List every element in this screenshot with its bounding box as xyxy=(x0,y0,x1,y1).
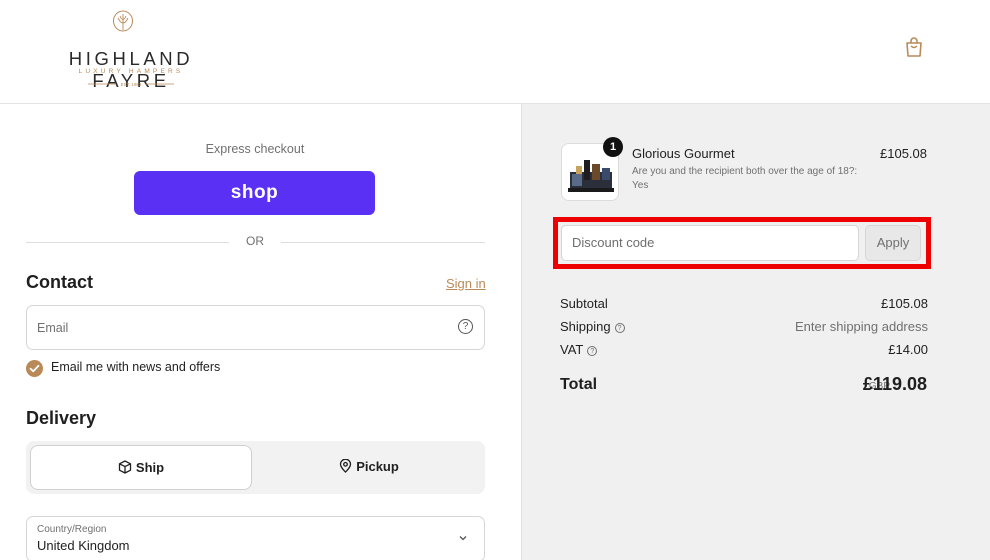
email-placeholder: Email xyxy=(37,321,69,335)
shopping-bag-icon[interactable] xyxy=(904,36,924,58)
order-summary: 1 Glorious Gourmet Are you and the recip… xyxy=(521,104,990,560)
newsletter-label[interactable]: Email me with news and offers xyxy=(51,360,220,374)
package-icon xyxy=(118,460,132,474)
brand-tagline: LUXURY HAMPERS xyxy=(78,68,184,75)
country-select[interactable]: Country/Region United Kingdom xyxy=(26,516,485,560)
email-field[interactable]: Email ? xyxy=(26,305,485,350)
contact-heading: Contact xyxy=(26,272,93,292)
subtotal-label: Subtotal xyxy=(560,296,608,311)
product-name: Glorious Gourmet xyxy=(632,146,735,161)
chevron-down-icon xyxy=(459,536,467,541)
thistle-logo-icon xyxy=(113,10,133,32)
vat-help-icon[interactable]: ? xyxy=(587,346,598,356)
brand-est-rule: EST. 1983 xyxy=(88,82,174,87)
shipping-help-icon[interactable]: ? xyxy=(614,323,625,333)
delivery-method-toggle: Ship Pickup xyxy=(26,441,485,494)
pickup-label: Pickup xyxy=(356,459,399,474)
shipping-label: Shipping xyxy=(560,319,611,334)
site-header: HIGHLAND FAYRE LUXURY HAMPERS EST. 1983 xyxy=(0,0,990,104)
shop-pay-label: shop xyxy=(230,182,279,203)
checkmark-icon xyxy=(29,364,40,373)
total-value: £119.08 xyxy=(862,374,927,394)
divider-right xyxy=(281,242,485,243)
vat-value: £14.00 xyxy=(888,342,928,357)
brand-est: EST. 1983 xyxy=(121,82,142,87)
newsletter-checkbox[interactable] xyxy=(26,360,43,377)
divider-left xyxy=(26,242,229,243)
product-price: £105.08 xyxy=(880,146,927,161)
vat-label: VAT xyxy=(560,342,584,357)
discount-code-input[interactable]: Discount code xyxy=(561,225,859,261)
pickup-option[interactable]: Pickup xyxy=(258,445,480,490)
country-value: United Kingdom xyxy=(37,538,130,553)
discount-highlight: Discount code Apply xyxy=(553,217,931,269)
location-pin-icon xyxy=(340,458,352,473)
help-icon[interactable]: ? xyxy=(458,319,473,334)
ship-label: Ship xyxy=(135,460,165,475)
shipping-value: Enter shipping address xyxy=(795,319,928,334)
shop-pay-button[interactable]: shop xyxy=(134,171,375,215)
ship-option[interactable]: Ship xyxy=(30,445,252,490)
express-checkout-title: Express checkout xyxy=(205,142,305,156)
sign-in-link[interactable]: Sign in xyxy=(446,276,486,291)
total-label: Total xyxy=(560,376,598,393)
product-note: Are you and the recipient both over the … xyxy=(632,166,858,191)
delivery-heading: Delivery xyxy=(26,408,97,428)
brand-logo[interactable]: HIGHLAND FAYRE LUXURY HAMPERS EST. 1983 xyxy=(26,8,236,96)
quantity-badge: 1 xyxy=(603,137,623,157)
or-divider-label: OR xyxy=(246,234,264,248)
subtotal-value: £105.08 xyxy=(881,296,928,311)
country-label: Country/Region xyxy=(37,524,107,535)
apply-button[interactable]: Apply xyxy=(865,225,921,261)
